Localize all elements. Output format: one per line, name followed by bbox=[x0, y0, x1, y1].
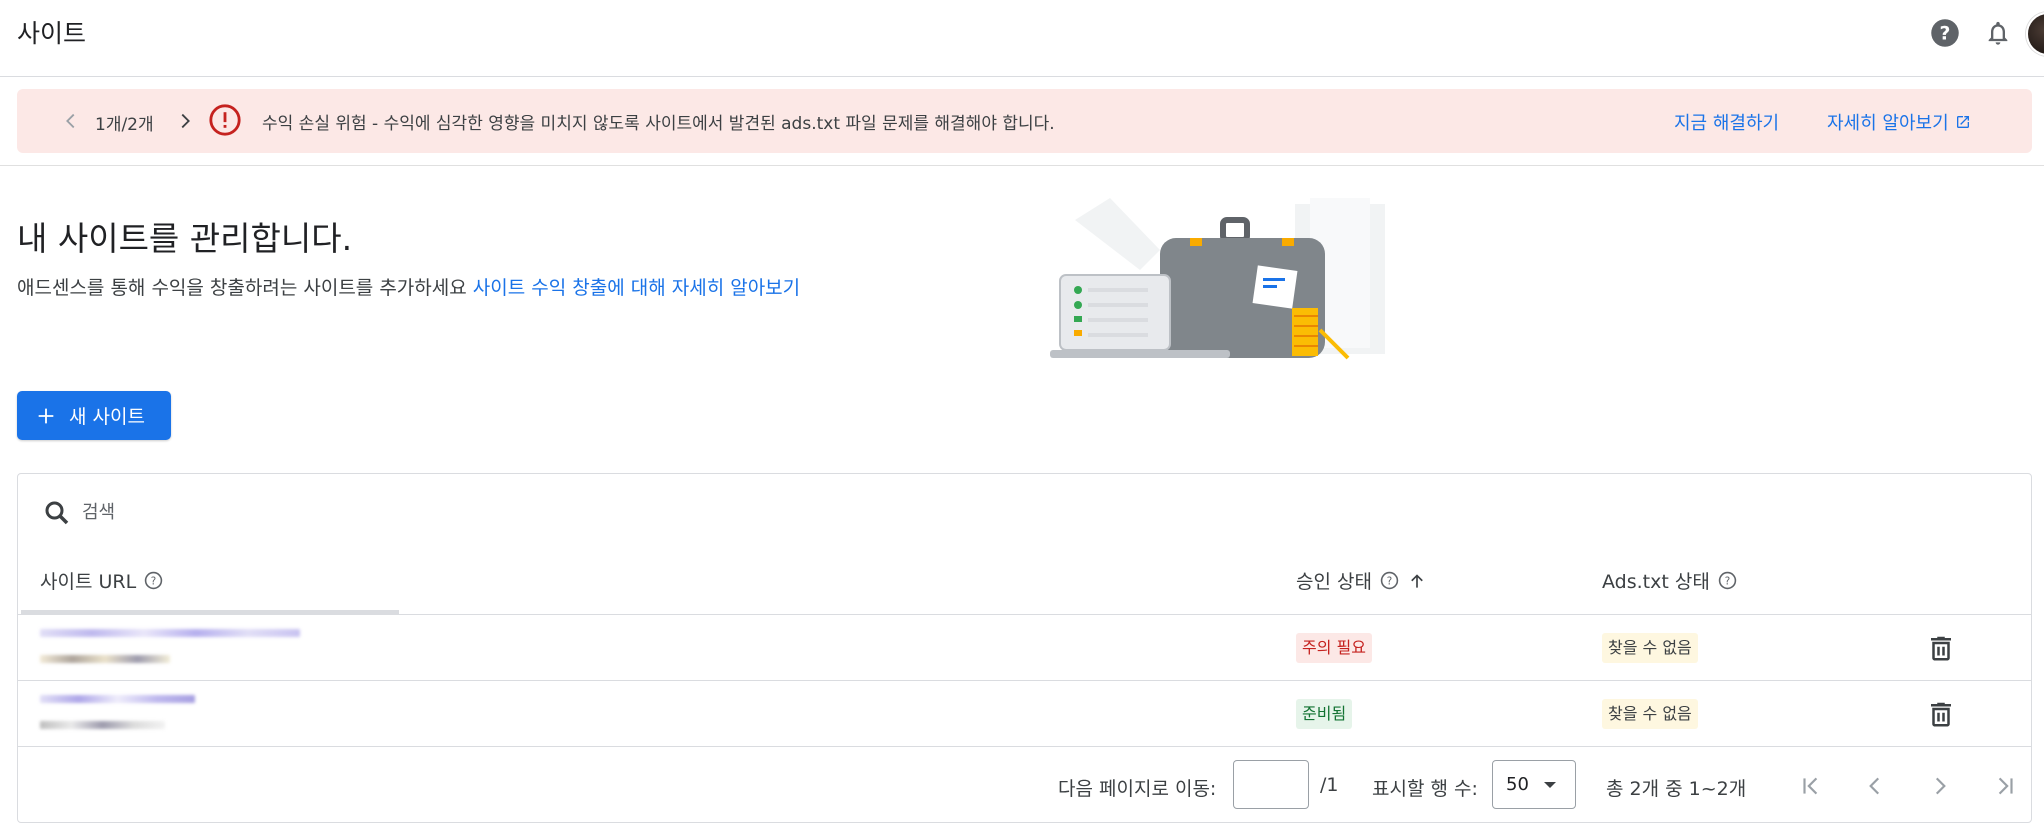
fix-now-link[interactable]: 지금 해결하기 bbox=[1674, 109, 1779, 135]
briefcase-illustration bbox=[1050, 198, 1385, 360]
first-page-button[interactable] bbox=[1794, 769, 1828, 803]
column-header-url[interactable]: 사이트 URL ? bbox=[40, 567, 163, 594]
page-range: 총 2개 중 1~2개 bbox=[1606, 778, 1747, 800]
banner-next-button[interactable] bbox=[171, 107, 199, 135]
caret-down-icon bbox=[1543, 781, 1556, 788]
plus-icon bbox=[38, 408, 54, 423]
external-link-icon bbox=[1956, 116, 1969, 128]
prev-page-button[interactable] bbox=[1858, 769, 1892, 803]
hero-description-text: 애드센스를 통해 수익을 창출하려는 사이트를 추가하세요 bbox=[17, 277, 467, 299]
status-badge: 준비됨 bbox=[1296, 699, 1353, 729]
top-bar: 사이트 ? bbox=[0, 0, 2044, 77]
hero-title: 내 사이트를 관리합니다. bbox=[17, 219, 353, 258]
sites-table-card: 사이트 URL ? 승인 상태 ? Ads.txt 상태 ? 주의 필요 찾을 … bbox=[17, 473, 2032, 823]
redacted-site-url bbox=[40, 625, 300, 671]
rows-per-page-label: 표시할 행 수: bbox=[1372, 778, 1478, 800]
divider bbox=[0, 165, 2044, 166]
ads-status-badge: 찾을 수 없음 bbox=[1602, 633, 1698, 663]
new-site-button[interactable]: 새 사이트 bbox=[17, 391, 171, 440]
ads-status-badge: 찾을 수 없음 bbox=[1602, 699, 1698, 729]
next-page-button[interactable] bbox=[1923, 769, 1957, 803]
monetization-learn-link[interactable]: 사이트 수익 창출에 대해 자세히 알아보기 bbox=[473, 277, 800, 299]
error-circle-icon bbox=[209, 104, 241, 136]
avatar[interactable] bbox=[2026, 12, 2044, 56]
search-icon bbox=[45, 501, 69, 525]
page-total: /1 bbox=[1320, 774, 1339, 796]
pagination: 다음 페이지로 이동: /1 표시할 행 수: 50 총 2개 중 1~2개 bbox=[18, 747, 2031, 823]
goto-page-input[interactable] bbox=[1233, 760, 1309, 809]
table-row[interactable]: 주의 필요 찾을 수 없음 bbox=[18, 615, 2031, 681]
chevron-right-icon bbox=[1935, 777, 1946, 795]
page-title: 사이트 bbox=[17, 19, 87, 48]
svg-text:?: ? bbox=[1940, 23, 1951, 44]
first-page-icon bbox=[1803, 777, 1818, 795]
table-row[interactable]: 준비됨 찾을 수 없음 bbox=[18, 681, 2031, 747]
trash-icon[interactable] bbox=[1926, 699, 1956, 729]
redacted-site-url bbox=[40, 691, 300, 737]
chevron-left-icon bbox=[66, 113, 75, 129]
help-icon[interactable]: ? bbox=[1380, 571, 1399, 590]
banner-prev-button[interactable] bbox=[57, 107, 85, 135]
column-ads-label: Ads.txt 상태 bbox=[1602, 571, 1710, 593]
trash-icon[interactable] bbox=[1926, 633, 1956, 663]
sort-arrow-up-icon[interactable] bbox=[1407, 571, 1427, 591]
svg-text:?: ? bbox=[151, 575, 156, 587]
new-site-label: 새 사이트 bbox=[69, 406, 145, 428]
svg-text:?: ? bbox=[1725, 575, 1730, 587]
banner-message: 수익 손실 위험 - 수익에 심각한 영향을 미치지 않도록 사이트에서 발견된… bbox=[262, 114, 1055, 134]
column-header-ads[interactable]: Ads.txt 상태 ? bbox=[1602, 567, 1737, 594]
column-url-label: 사이트 URL bbox=[40, 571, 137, 593]
search-row bbox=[18, 474, 2031, 546]
help-icon[interactable]: ? bbox=[144, 571, 163, 590]
help-icon[interactable]: ? bbox=[1930, 18, 1960, 48]
bell-icon[interactable] bbox=[1983, 18, 2013, 48]
rows-per-page-select[interactable]: 50 bbox=[1492, 760, 1576, 809]
column-approval-label: 승인 상태 bbox=[1296, 571, 1372, 593]
alert-banner: 1개/2개 수익 손실 위험 - 수익에 심각한 영향을 미치지 않도록 사이트… bbox=[17, 89, 2032, 153]
help-icon[interactable]: ? bbox=[1718, 571, 1737, 590]
search-input[interactable] bbox=[82, 494, 882, 530]
status-badge: 주의 필요 bbox=[1296, 633, 1372, 663]
chevron-left-icon bbox=[1869, 777, 1880, 795]
last-page-icon bbox=[1998, 777, 2013, 795]
chevron-right-icon bbox=[181, 113, 190, 129]
last-page-button[interactable] bbox=[1988, 769, 2022, 803]
learn-more-label: 자세히 알아보기 bbox=[1827, 113, 1949, 134]
svg-text:?: ? bbox=[1387, 575, 1392, 587]
hero-description: 애드센스를 통해 수익을 창출하려는 사이트를 추가하세요 사이트 수익 창출에… bbox=[17, 273, 800, 300]
rows-per-page-value: 50 bbox=[1506, 774, 1529, 795]
goto-page-label: 다음 페이지로 이동: bbox=[1058, 778, 1217, 800]
column-header-approval[interactable]: 승인 상태 ? bbox=[1296, 567, 1427, 594]
banner-counter: 1개/2개 bbox=[95, 115, 154, 135]
learn-more-link[interactable]: 자세히 알아보기 bbox=[1827, 109, 1971, 135]
